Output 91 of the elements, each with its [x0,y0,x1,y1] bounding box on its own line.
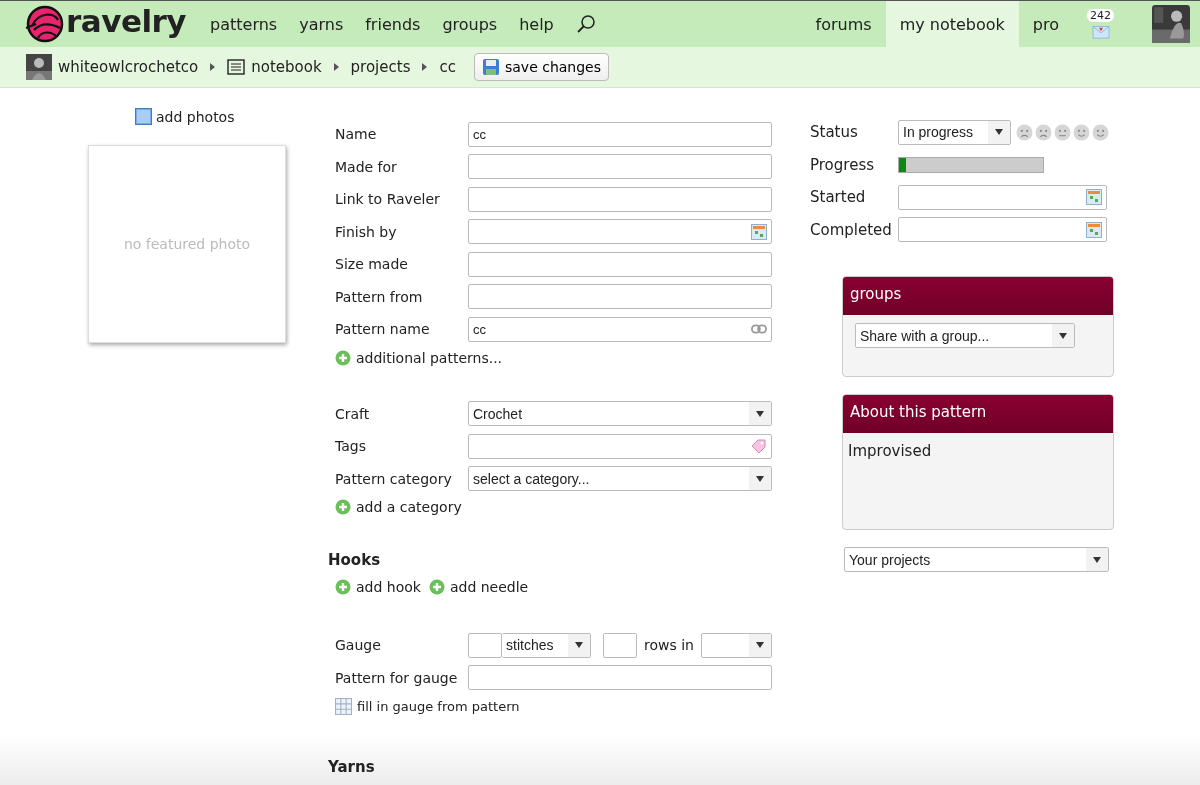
panel-title: About this pattern [843,395,1113,433]
dropdown[interactable] [701,632,772,658]
input-field[interactable]: cc [468,121,772,147]
field-label: Pattern for gauge [335,669,459,686]
field-label: Craft [335,405,371,422]
mood-icon[interactable] [1073,123,1090,141]
breadcrumb-link[interactable]: projects [350,58,411,76]
field-label: rows in [644,637,694,654]
breadcrumb-link[interactable]: cc [439,58,456,76]
field-label: Started [810,188,867,207]
mood-icon[interactable] [1016,123,1033,141]
input-field[interactable] [468,154,772,180]
field-label: Finish by [335,223,398,240]
nav-tab[interactable]: my notebook [885,1,1019,47]
caret-icon [756,410,764,417]
input-field[interactable] [898,184,1107,210]
add-icon [335,499,351,515]
dropdown[interactable]: Your projects [844,547,1109,572]
add-photos-link[interactable]: add photos [156,108,235,125]
chevron-icon [333,63,339,71]
nav-link[interactable]: yarns [299,14,344,34]
field-label: Made for [335,158,398,175]
input-field[interactable] [603,632,637,658]
mood-icon[interactable] [1092,123,1109,141]
mood-icon[interactable] [1035,123,1052,141]
yarn-ball-icon [24,4,64,44]
dropdown[interactable]: Share with a group... [855,323,1075,348]
input-field[interactable] [468,433,772,459]
photo-icon [135,108,152,125]
calendar-icon [1086,221,1102,238]
field-label: Progress [810,155,875,174]
breadcrumb-link[interactable]: whiteowlcrochetco [58,58,199,76]
field-label: Completed [810,220,893,239]
fill-gauge-link[interactable]: fill in gauge from pattern [357,698,520,714]
add-link[interactable]: add a category [356,499,462,515]
add-link[interactable]: add hook [356,579,421,595]
field-label: Tags [335,438,367,455]
input-field[interactable] [468,251,772,277]
field-label: Pattern from [335,288,424,305]
pattern-note: Improvised [848,442,932,460]
logo-text[interactable]: ravelry [66,5,187,43]
add-link[interactable]: add needle [449,579,529,595]
nav-link[interactable]: groups [442,14,498,34]
field-label: Pattern name [335,321,431,338]
caret-icon [756,475,764,482]
dropdown[interactable]: In progress [898,119,1011,145]
section-heading: Yarns [328,758,376,776]
field-label: Name [335,126,378,143]
add-icon [335,579,351,595]
caret-icon [756,642,764,649]
empty-photo-text: no featured photo [123,236,251,252]
chevron-icon [210,63,216,71]
field-label: Pattern category [335,470,453,487]
save-button[interactable]: save changes [473,53,609,81]
mood-icon[interactable] [1054,123,1071,141]
input-field[interactable] [468,219,772,245]
input-field[interactable]: cc [468,316,772,342]
input-field[interactable] [468,284,772,310]
input-field[interactable] [468,665,772,691]
dropdown[interactable]: select a category... [468,466,772,492]
breadcrumb-link[interactable]: notebook [251,58,322,76]
search-icon[interactable] [575,14,596,34]
add-icon [335,349,351,366]
dropdown[interactable]: stitches [502,632,591,658]
add-icon [428,579,445,595]
input-field[interactable] [898,217,1107,243]
dropdown[interactable]: Crochet [468,401,772,427]
message-count: 242 [1087,9,1114,22]
caret-icon [1093,556,1101,563]
nav-link[interactable]: patterns [210,14,278,34]
calendar-icon [751,223,767,240]
caret-icon [1059,332,1067,339]
nav-link[interactable]: friends [365,14,421,34]
field-label: Gauge [335,637,382,654]
field-label: Status [810,123,859,142]
save-icon [481,58,500,76]
caret-icon [575,642,583,649]
input-field[interactable] [468,186,772,212]
panel-title: groups [843,277,1113,315]
nav-link[interactable]: help [519,14,554,34]
section-heading: Hooks [328,551,382,569]
caret-icon [995,129,1003,136]
mail-icon[interactable] [1091,23,1110,39]
field-label: Size made [335,256,409,273]
list-icon [227,59,246,75]
field-label: Link to Raveler [335,191,441,208]
chevron-icon [422,63,428,71]
grid-icon [335,697,352,715]
tag-icon [751,438,767,455]
add-link[interactable]: additional patterns... [356,349,503,366]
calendar-icon [1086,189,1102,206]
